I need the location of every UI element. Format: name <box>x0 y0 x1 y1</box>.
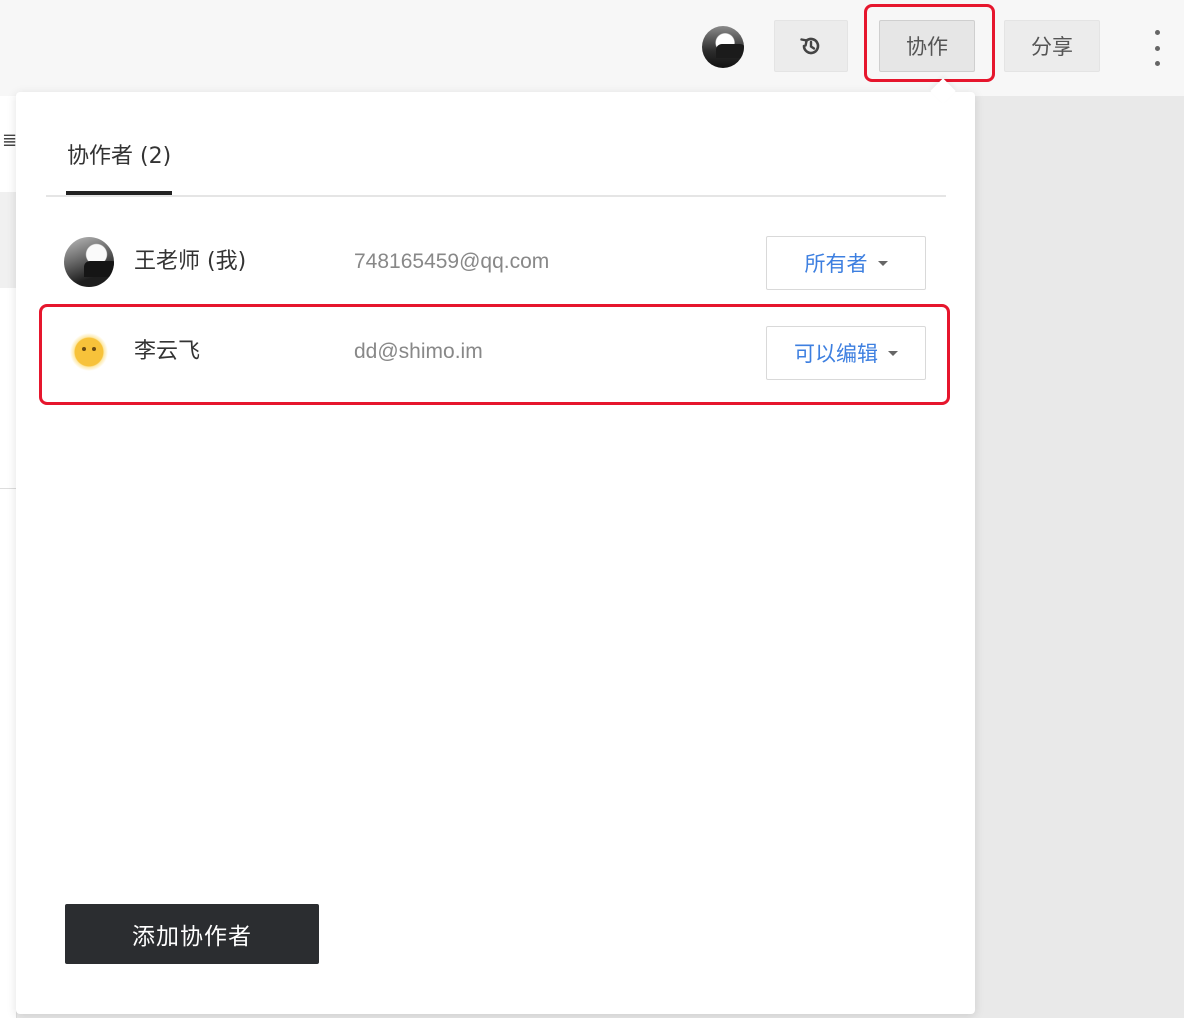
collaborator-row: 王老师 (我) 748165459@qq.com 所有者 <box>64 231 926 293</box>
add-collaborator-button[interactable]: 添加协作者 <box>65 904 319 964</box>
role-label: 所有者 <box>804 252 868 276</box>
history-button[interactable] <box>774 20 848 72</box>
chevron-down-icon <box>877 260 888 266</box>
avatar <box>64 237 114 287</box>
share-button[interactable]: 分享 <box>1004 20 1100 72</box>
highlight-frame-collaborator <box>39 304 950 405</box>
tab-collaborators[interactable]: 协作者 (2) <box>66 132 173 195</box>
more-vertical-icon[interactable] <box>1148 30 1166 66</box>
popover-tabs: 协作者 (2) <box>46 132 946 197</box>
outline-icon[interactable]: ≣ <box>2 132 17 150</box>
collaborator-email: 748165459@qq.com <box>354 250 550 273</box>
highlight-frame-collaborate <box>864 4 995 82</box>
top-toolbar: 协作 分享 <box>0 0 1184 96</box>
current-user-avatar[interactable] <box>702 26 744 68</box>
document-edge: ≣ <box>0 96 17 1018</box>
history-icon <box>800 37 820 55</box>
collaborator-name: 王老师 (我) <box>134 249 247 274</box>
role-dropdown[interactable]: 所有者 <box>766 236 926 290</box>
collaborators-popover: 协作者 (2) 王老师 (我) 748165459@qq.com 所有者 李云飞… <box>16 78 975 1014</box>
